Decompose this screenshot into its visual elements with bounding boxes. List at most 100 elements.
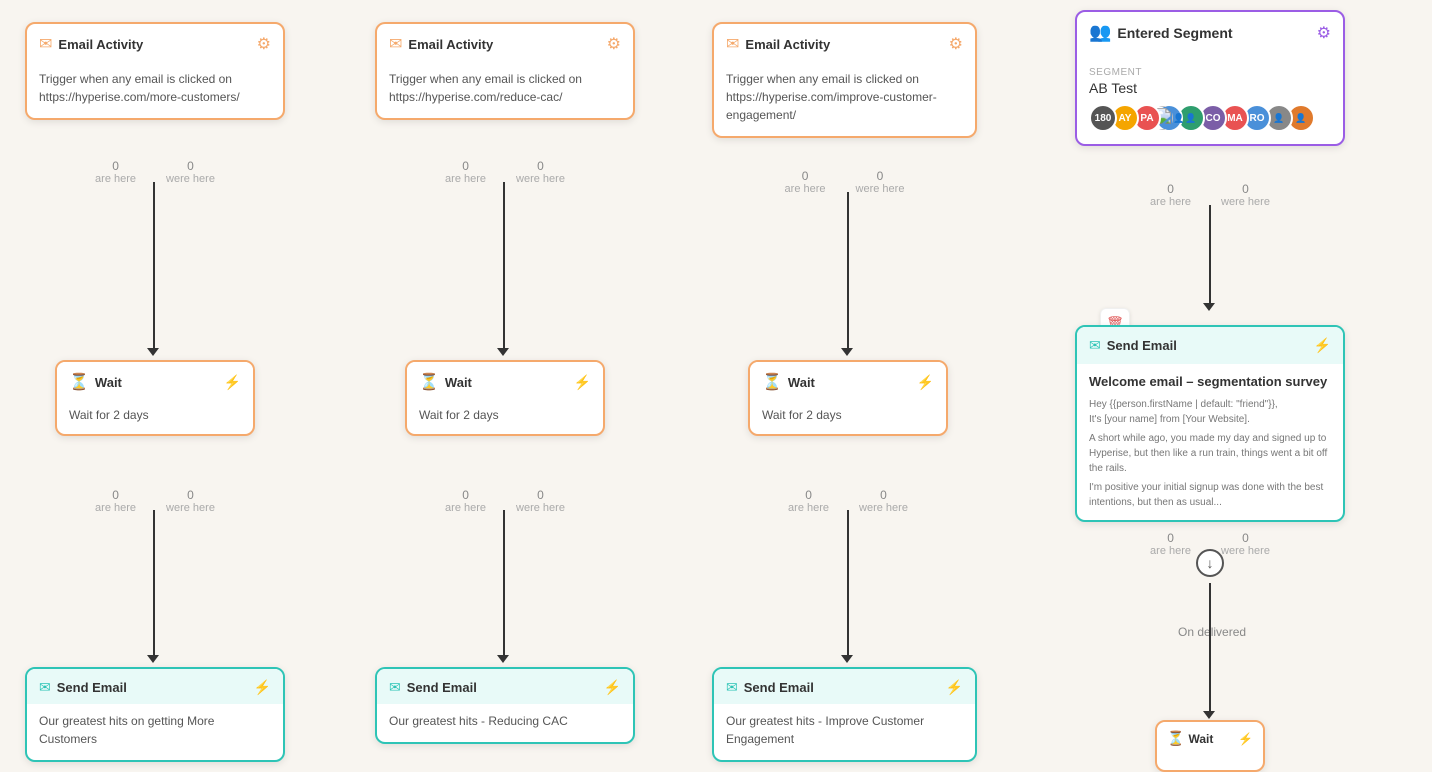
wait-bottom-header: ⏳ Wait ⚡ bbox=[1157, 722, 1263, 755]
send-email-large-card[interactable]: ✉ Send Email ⚡ Welcome email – segmentat… bbox=[1075, 325, 1345, 522]
email-activity-body-3: Trigger when any email is clicked on htt… bbox=[714, 62, 975, 136]
wait-title-3: Wait bbox=[788, 375, 815, 390]
arrow-down-icon: ↓ bbox=[1207, 555, 1214, 571]
connector-ea1-wait1 bbox=[153, 182, 155, 350]
wait-body-3: Wait for 2 days bbox=[750, 400, 946, 434]
lightning-icon-waitb: ⚡ bbox=[1238, 732, 1253, 746]
send-email-header-1: ✉ Send Email ⚡ bbox=[27, 669, 283, 704]
connector-w3-se3 bbox=[847, 510, 849, 657]
lightning-icon-large: ⚡ bbox=[1314, 337, 1331, 354]
envelope-icon-se3: ✉ bbox=[726, 679, 738, 696]
are-here-ea1: 0 bbox=[95, 159, 136, 173]
send-email-large-title: Send Email bbox=[1107, 338, 1177, 353]
stats-row-ea2: 0 are here 0 were here bbox=[375, 159, 635, 185]
segment-card-body: SEGMENT AB Test 180 AY PA 👤 👤 CO MA RO 👤 bbox=[1077, 51, 1343, 144]
connector-w1-se1 bbox=[153, 510, 155, 657]
email-activity-node-2[interactable]: ✉ Email Activity ⚙ Trigger when any emai… bbox=[375, 22, 635, 120]
wait-body-1: Wait for 2 days bbox=[57, 400, 253, 434]
segment-name: AB Test bbox=[1089, 80, 1331, 96]
lightning-icon-wait2: ⚡ bbox=[574, 374, 591, 391]
send-email-header-3: ✉ Send Email ⚡ bbox=[714, 669, 975, 704]
email-activity-title-3: Email Activity bbox=[745, 37, 830, 52]
lightning-icon-wait3: ⚡ bbox=[917, 374, 934, 391]
stats-row-w2: 0 are here 0 were here bbox=[405, 488, 605, 514]
segment-card-header: 👥 Entered Segment ⚙ bbox=[1077, 12, 1343, 51]
send-email-node-3[interactable]: ✉ Send Email ⚡ Our greatest hits - Impro… bbox=[712, 667, 977, 762]
lightning-icon-wait1: ⚡ bbox=[224, 374, 241, 391]
email-preview: Hey {{person.firstName | default: "frien… bbox=[1089, 397, 1331, 510]
segment-label: SEGMENT bbox=[1089, 67, 1331, 78]
wait-header-2: ⏳ Wait ⚡ bbox=[407, 362, 603, 400]
wait-title-1: Wait bbox=[95, 375, 122, 390]
email-activity-title-1: Email Activity bbox=[58, 37, 143, 52]
avatar-count: 180 bbox=[1089, 104, 1117, 132]
lightning-icon-se2: ⚡ bbox=[604, 679, 621, 696]
settings-icon-3[interactable]: ⚙ bbox=[949, 34, 963, 54]
arrow-ea3-wait3 bbox=[841, 348, 853, 356]
email-activity-body-2: Trigger when any email is clicked on htt… bbox=[377, 62, 633, 118]
envelope-icon-se1: ✉ bbox=[39, 679, 51, 696]
send-email-body-2: Our greatest hits - Reducing CAC bbox=[377, 704, 633, 742]
were-here-ea1: 0 bbox=[166, 159, 215, 173]
send-email-body-3: Our greatest hits - Improve Customer Eng… bbox=[714, 704, 975, 760]
email-subject: Welcome email – segmentation survey bbox=[1089, 374, 1331, 389]
hourglass-icon-1: ⏳ bbox=[69, 372, 89, 392]
send-email-header-2: ✉ Send Email ⚡ bbox=[377, 669, 633, 704]
arrow-w2-se2 bbox=[497, 655, 509, 663]
email-activity-body-1: Trigger when any email is clicked on htt… bbox=[27, 62, 283, 118]
wait-bottom-title: Wait bbox=[1188, 732, 1213, 746]
wait-node-2[interactable]: ⏳ Wait ⚡ Wait for 2 days bbox=[405, 360, 605, 436]
send-email-large-body: Welcome email – segmentation survey Hey … bbox=[1077, 364, 1343, 520]
envelope-icon-large: ✉ bbox=[1089, 337, 1101, 354]
expand-button[interactable]: ↓ bbox=[1196, 549, 1224, 577]
wait-header-1: ⏳ Wait ⚡ bbox=[57, 362, 253, 400]
hourglass-icon-2: ⏳ bbox=[419, 372, 439, 392]
stats-row-ea3: 0 are here 0 were here bbox=[712, 169, 977, 195]
email-activity-node-3[interactable]: ✉ Email Activity ⚙ Trigger when any emai… bbox=[712, 22, 977, 138]
wait-node-1[interactable]: ⏳ Wait ⚡ Wait for 2 days bbox=[55, 360, 255, 436]
people-icon: 👥 bbox=[1089, 22, 1111, 43]
connector-sel-waitb bbox=[1209, 583, 1211, 713]
lightning-icon-se1: ⚡ bbox=[254, 679, 271, 696]
email-activity-node-1[interactable]: ✉ Email Activity ⚙ Trigger when any emai… bbox=[25, 22, 285, 120]
lightning-icon-se3: ⚡ bbox=[946, 679, 963, 696]
wait-body-2: Wait for 2 days bbox=[407, 400, 603, 434]
envelope-icon-se2: ✉ bbox=[389, 679, 401, 696]
card-header-1: ✉ Email Activity ⚙ bbox=[27, 24, 283, 62]
send-email-large-header: ✉ Send Email ⚡ bbox=[1077, 327, 1343, 364]
card-header-3: ✉ Email Activity ⚙ bbox=[714, 24, 975, 62]
arrow-sel-waitb bbox=[1203, 711, 1215, 719]
settings-icon-segment[interactable]: ⚙ bbox=[1317, 23, 1331, 43]
settings-icon-1[interactable]: ⚙ bbox=[257, 34, 271, 54]
hourglass-icon-bottom: ⏳ bbox=[1167, 730, 1184, 747]
wait-node-3[interactable]: ⏳ Wait ⚡ Wait for 2 days bbox=[748, 360, 948, 436]
envelope-icon-3: ✉ bbox=[726, 34, 739, 54]
stats-row-ea1: 0 are here 0 were here bbox=[25, 159, 285, 185]
send-email-title-1: Send Email bbox=[57, 680, 127, 695]
wait-node-bottom[interactable]: ⏳ Wait ⚡ bbox=[1155, 720, 1265, 772]
wait-header-3: ⏳ Wait ⚡ bbox=[750, 362, 946, 400]
workflow-canvas: ✉ Email Activity ⚙ Trigger when any emai… bbox=[0, 0, 1432, 772]
envelope-icon-2: ✉ bbox=[389, 34, 402, 54]
send-email-node-2[interactable]: ✉ Send Email ⚡ Our greatest hits - Reduc… bbox=[375, 667, 635, 744]
segment-card-title: Entered Segment bbox=[1117, 25, 1232, 41]
card-header-2: ✉ Email Activity ⚙ bbox=[377, 24, 633, 62]
connector-ea2-wait2 bbox=[503, 182, 505, 350]
on-delivered-label: On delivered bbox=[1178, 625, 1246, 639]
arrow-seg-sel bbox=[1203, 303, 1215, 311]
envelope-icon-1: ✉ bbox=[39, 34, 52, 54]
arrow-ea1-wait1 bbox=[147, 348, 159, 356]
send-email-title-3: Send Email bbox=[744, 680, 814, 695]
send-email-node-1[interactable]: ✉ Send Email ⚡ Our greatest hits on gett… bbox=[25, 667, 285, 762]
arrow-w1-se1 bbox=[147, 655, 159, 663]
stats-row-w1: 0 are here 0 were here bbox=[55, 488, 255, 514]
avatar-group: 180 AY PA 👤 👤 CO MA RO 👤 👤 bbox=[1089, 104, 1331, 132]
hourglass-icon-3: ⏳ bbox=[762, 372, 782, 392]
send-email-title-2: Send Email bbox=[407, 680, 477, 695]
connector-w2-se2 bbox=[503, 510, 505, 657]
connector-ea3-wait3 bbox=[847, 192, 849, 350]
send-email-body-1: Our greatest hits on getting More Custom… bbox=[27, 704, 283, 760]
wait-title-2: Wait bbox=[445, 375, 472, 390]
entered-segment-card[interactable]: 👥 Entered Segment ⚙ SEGMENT AB Test 180 … bbox=[1075, 10, 1345, 146]
settings-icon-2[interactable]: ⚙ bbox=[607, 34, 621, 54]
